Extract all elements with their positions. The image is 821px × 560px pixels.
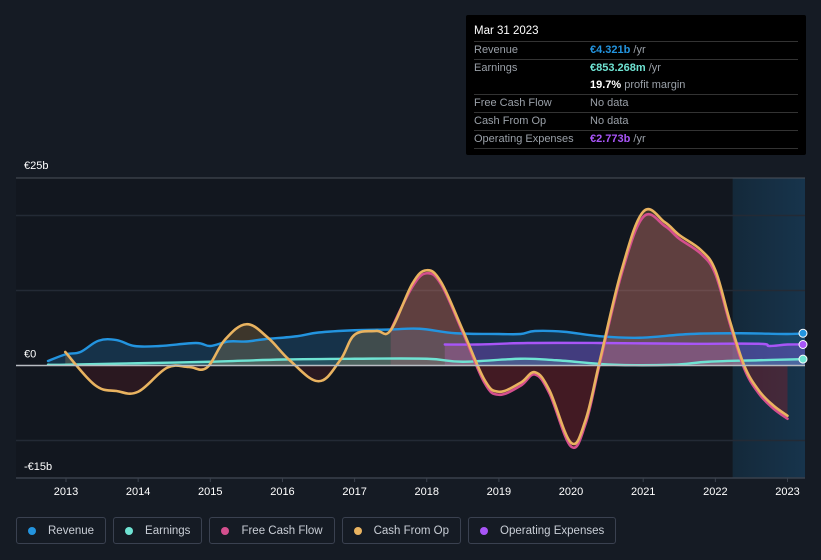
tooltip-value: €2.773b /yr: [590, 133, 646, 145]
tooltip-row-operating-expenses: Operating Expenses €2.773b /yr: [474, 131, 798, 149]
x-tick-label: 2014: [126, 486, 150, 498]
earnings-endpoint-marker: [798, 354, 808, 364]
endpoint-markers: [798, 328, 808, 364]
y-tick-label: -€15b: [24, 461, 52, 473]
tooltip-row-cash-from-op: Cash From Op No data: [474, 113, 798, 131]
legend-label: Operating Expenses: [500, 524, 605, 537]
legend-item-revenue[interactable]: Revenue: [16, 517, 107, 544]
x-tick-label: 2018: [415, 486, 439, 498]
legend-item-earnings[interactable]: Earnings: [113, 517, 203, 544]
tooltip-label: Earnings: [474, 62, 518, 74]
legend: Revenue Earnings Free Cash Flow Cash From O…: [16, 517, 617, 544]
tooltip-row-earnings: Earnings €853.268m /yr: [474, 60, 798, 77]
legend-item-free-cash-flow[interactable]: Free Cash Flow: [209, 517, 335, 544]
y-tick-label: €25b: [24, 160, 48, 172]
tooltip-value: €4.321b /yr: [590, 44, 646, 56]
tooltip-row-profit-margin: 19.7% profit margin: [474, 77, 798, 95]
tooltip-row-revenue: Revenue €4.321b /yr: [474, 42, 798, 60]
tooltip: Mar 31 2023 Revenue €4.321b /yr Earnings €8…: [466, 15, 806, 155]
highlight-region: [732, 178, 805, 478]
legend-dot-icon: [125, 526, 134, 535]
x-tick-label: 2016: [270, 486, 294, 498]
legend-item-operating-expenses[interactable]: Operating Expenses: [468, 517, 617, 544]
revenue-endpoint-marker: [798, 328, 808, 338]
tooltip-value: No data: [590, 97, 629, 109]
x-tick-label: 2020: [559, 486, 583, 498]
tooltip-label: Free Cash Flow: [474, 97, 552, 109]
tooltip-value: 19.7% profit margin: [590, 79, 686, 91]
x-tick-label: 2023: [775, 486, 799, 498]
tooltip-row-free-cash-flow: Free Cash Flow No data: [474, 95, 798, 113]
tooltip-value: No data: [590, 115, 629, 127]
x-tick-label: 2021: [631, 486, 655, 498]
legend-label: Revenue: [48, 524, 95, 537]
operating-expenses-endpoint-marker: [798, 340, 808, 349]
tooltip-label: [474, 77, 590, 94]
legend-dot-icon: [480, 526, 489, 535]
tooltip-label: Operating Expenses: [474, 133, 574, 145]
legend-label: Cash From Op: [373, 524, 450, 537]
x-tick-label: 2015: [198, 486, 222, 498]
tooltip-date: Mar 31 2023: [474, 23, 798, 42]
legend-label: Free Cash Flow: [241, 524, 323, 537]
tooltip-label: Cash From Op: [474, 115, 547, 127]
legend-label: Earnings: [145, 524, 191, 537]
legend-dot-icon: [353, 526, 362, 535]
y-tick-label: €0: [24, 349, 36, 361]
tooltip-label: Revenue: [474, 44, 519, 56]
x-tick-label: 2017: [342, 486, 366, 498]
x-tick-label: 2013: [54, 486, 78, 498]
x-tick-label: 2019: [487, 486, 511, 498]
tooltip-value: €853.268m /yr: [590, 62, 661, 74]
legend-item-cash-from-op[interactable]: Cash From Op: [341, 517, 462, 544]
legend-dot-icon: [28, 526, 36, 535]
x-tick-label: 2022: [703, 486, 727, 498]
legend-dot-icon: [221, 526, 230, 535]
